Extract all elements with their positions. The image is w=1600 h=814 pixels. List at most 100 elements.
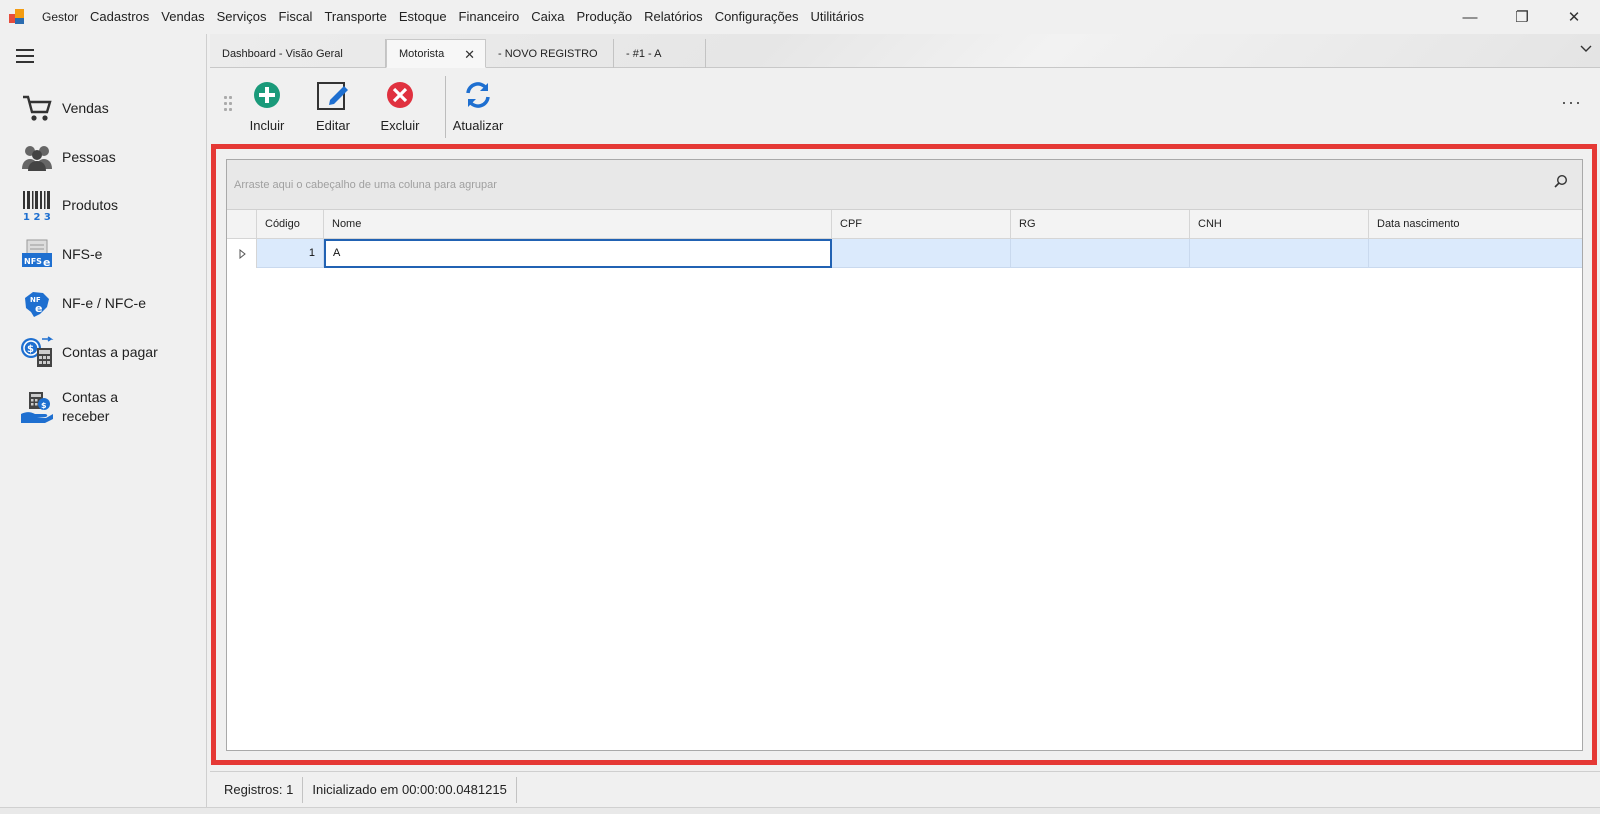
- svg-text:e: e: [35, 302, 42, 315]
- svg-text:e: e: [43, 256, 50, 269]
- row-indicator[interactable]: [227, 239, 257, 268]
- nfe-icon: NF e: [20, 286, 54, 320]
- menu-utilitarios[interactable]: Utilitários: [805, 0, 870, 34]
- minimize-button[interactable]: —: [1444, 0, 1496, 34]
- cell-data-nascimento[interactable]: [1369, 239, 1582, 268]
- column-header-rg[interactable]: RG: [1011, 210, 1190, 239]
- toolbar-separator: [445, 76, 446, 138]
- grid-header-row: Código Nome CPF RG CNH Data nascimento: [227, 210, 1582, 239]
- svg-text:1 2 3: 1 2 3: [23, 212, 51, 221]
- editar-label: Editar: [316, 118, 350, 133]
- menu-cadastros[interactable]: Cadastros: [84, 0, 155, 34]
- cell-cpf[interactable]: [832, 239, 1011, 268]
- close-tab-icon[interactable]: ✕: [464, 47, 475, 63]
- menu-financeiro[interactable]: Financeiro: [453, 0, 526, 34]
- sidebar-item-label: NFS-e: [62, 245, 103, 262]
- sidebar: Vendas Pessoas 1 2 3 Produtos NFS e NFS-e…: [0, 34, 207, 814]
- data-grid: Arraste aqui o cabeçalho de uma coluna p…: [226, 159, 1583, 751]
- edit-icon: [316, 79, 350, 114]
- column-header-nome[interactable]: Nome: [324, 210, 832, 239]
- sidebar-item-label: Vendas: [62, 99, 109, 116]
- column-header-cpf[interactable]: CPF: [832, 210, 1011, 239]
- status-records: Registros: 1: [215, 776, 304, 803]
- more-options-icon[interactable]: ···: [1561, 92, 1582, 113]
- chevron-down-icon[interactable]: [1580, 42, 1592, 56]
- header-indicator-cell: [227, 210, 257, 239]
- search-icon[interactable]: [1554, 174, 1568, 191]
- column-header-data-nascimento[interactable]: Data nascimento: [1369, 210, 1582, 239]
- tab-strip: Dashboard - Visão Geral Motorista ✕ - NO…: [210, 34, 1600, 68]
- sidebar-item-pessoas[interactable]: Pessoas: [20, 137, 200, 177]
- tab-label: - #1 - A: [626, 47, 662, 60]
- drag-grip-icon[interactable]: [224, 96, 232, 112]
- sidebar-item-label: Produtos: [62, 196, 119, 213]
- sidebar-item-label: NF-e / NFC-e: [62, 294, 146, 311]
- tab-registro-1[interactable]: - #1 - A: [614, 39, 706, 68]
- menu-fiscal[interactable]: Fiscal: [273, 0, 319, 34]
- tab-label: Dashboard - Visão Geral: [222, 47, 343, 60]
- svg-text:$: $: [41, 401, 47, 410]
- excluir-button[interactable]: Excluir: [370, 78, 430, 138]
- table-row[interactable]: 1 A: [227, 239, 1582, 268]
- grid-highlight-frame: Arraste aqui o cabeçalho de uma coluna p…: [211, 144, 1597, 765]
- menu-gestor[interactable]: Gestor: [36, 0, 84, 34]
- x-circle-icon: [386, 81, 414, 112]
- excluir-label: Excluir: [380, 118, 420, 133]
- cell-nome[interactable]: A: [324, 239, 832, 268]
- svg-text:NFS: NFS: [24, 257, 42, 266]
- barcode-icon: 1 2 3: [20, 188, 54, 222]
- cell-cnh[interactable]: [1190, 239, 1369, 268]
- menu-transporte[interactable]: Transporte: [318, 0, 392, 34]
- cart-icon: [20, 91, 54, 125]
- restore-button[interactable]: ❐: [1496, 0, 1548, 34]
- tab-label: - NOVO REGISTRO: [498, 47, 598, 60]
- atualizar-label: Atualizar: [452, 118, 504, 133]
- app-logo-icon: [9, 8, 27, 26]
- cell-rg[interactable]: [1011, 239, 1190, 268]
- sidebar-item-label: Pessoas: [62, 148, 116, 165]
- svg-text:$: $: [27, 344, 34, 355]
- group-panel[interactable]: Arraste aqui o cabeçalho de uma coluna p…: [227, 160, 1582, 210]
- tab-novo-registro[interactable]: - NOVO REGISTRO: [486, 39, 614, 68]
- close-window-button[interactable]: ✕: [1548, 0, 1600, 34]
- incluir-button[interactable]: Incluir: [237, 78, 297, 138]
- menu-servicos[interactable]: Serviços: [211, 0, 273, 34]
- people-icon: [20, 140, 54, 174]
- sidebar-item-label: Contas a pagar: [62, 343, 158, 360]
- sidebar-item-label: Contas a receber: [62, 389, 119, 424]
- menu-producao[interactable]: Produção: [571, 0, 639, 34]
- menu-configuracoes[interactable]: Configurações: [709, 0, 805, 34]
- group-hint-text: Arraste aqui o cabeçalho de uma coluna p…: [234, 179, 497, 191]
- money-hand-icon: $: [20, 390, 54, 424]
- editar-button[interactable]: Editar: [303, 78, 363, 138]
- tab-motorista[interactable]: Motorista ✕: [386, 39, 486, 68]
- refresh-icon: [463, 80, 493, 113]
- status-initialized: Inicializado em 00:00:00.0481215: [303, 776, 517, 803]
- menu-relatorios[interactable]: Relatórios: [638, 0, 709, 34]
- menu-vendas[interactable]: Vendas: [155, 0, 210, 34]
- window-controls: — ❐ ✕: [1444, 0, 1600, 34]
- sidebar-item-vendas[interactable]: Vendas: [20, 88, 200, 128]
- status-bar: Registros: 1 Inicializado em 00:00:00.04…: [210, 771, 1600, 807]
- window-bottom-edge: [0, 807, 1600, 814]
- column-header-cnh[interactable]: CNH: [1190, 210, 1369, 239]
- atualizar-button[interactable]: Atualizar: [448, 78, 508, 138]
- cell-codigo[interactable]: 1: [257, 239, 324, 268]
- menu-estoque[interactable]: Estoque: [393, 0, 453, 34]
- sidebar-item-produtos[interactable]: 1 2 3 Produtos: [20, 185, 200, 225]
- nfse-icon: NFS e: [20, 237, 54, 271]
- column-header-codigo[interactable]: Código: [257, 210, 324, 239]
- menu-bar: Gestor Cadastros Vendas Serviços Fiscal …: [0, 0, 1600, 34]
- tab-label: Motorista: [399, 47, 445, 60]
- menu-caixa[interactable]: Caixa: [525, 0, 570, 34]
- sidebar-item-nfse[interactable]: NFS e NFS-e: [20, 234, 200, 274]
- tab-dashboard[interactable]: Dashboard - Visão Geral: [210, 39, 386, 68]
- row-pointer-icon: [239, 248, 246, 262]
- sidebar-item-nfe[interactable]: NF e NF-e / NFC-e: [20, 283, 200, 323]
- hamburger-menu-icon[interactable]: [16, 49, 34, 63]
- sidebar-item-contas-pagar[interactable]: $ Contas a pagar: [20, 332, 200, 372]
- incluir-label: Incluir: [249, 118, 285, 133]
- calculator-money-icon: $: [20, 335, 54, 369]
- toolbar: Incluir Editar Excluir Atualizar ···: [210, 68, 1600, 144]
- sidebar-item-contas-receber[interactable]: $ Contas a receber: [20, 385, 200, 429]
